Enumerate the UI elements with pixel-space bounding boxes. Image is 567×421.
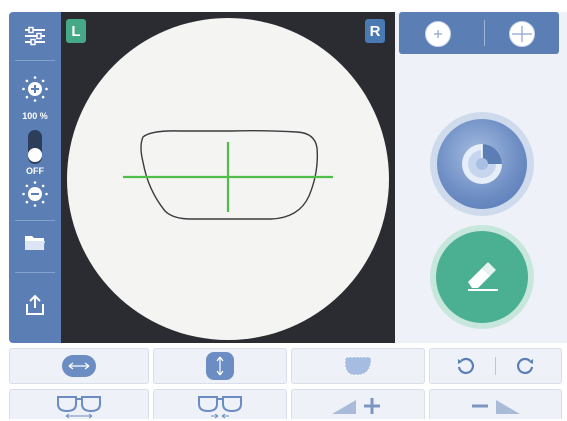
bottom-toolbar bbox=[9, 346, 567, 421]
sliders-icon bbox=[25, 26, 45, 46]
toggle-knob bbox=[28, 148, 42, 162]
lens-shape-button[interactable] bbox=[291, 348, 425, 384]
lens-outline bbox=[140, 129, 319, 220]
crosshair-divider bbox=[484, 20, 485, 46]
right-eye-badge[interactable]: R bbox=[365, 19, 385, 43]
crosshair-size-bar bbox=[399, 12, 559, 54]
lens-viewport[interactable]: L R bbox=[61, 12, 395, 343]
left-sidebar: 100 % OFF bbox=[9, 12, 61, 343]
lensmeter-app: 100 % OFF L R bbox=[0, 0, 567, 421]
rotate-right-button[interactable] bbox=[496, 349, 556, 383]
open-folder-button[interactable] bbox=[17, 228, 53, 258]
brightness-up-button[interactable] bbox=[17, 74, 53, 104]
brightness-up-icon bbox=[22, 76, 48, 102]
sidebar-divider bbox=[15, 272, 55, 273]
brightness-percent: 100 % bbox=[22, 111, 48, 121]
right-panel bbox=[395, 12, 567, 343]
measure-ring bbox=[437, 119, 527, 209]
left-eye-badge[interactable]: L bbox=[66, 19, 86, 43]
vertical-resize-icon bbox=[216, 356, 224, 376]
erase-button[interactable] bbox=[430, 225, 534, 329]
sidebar-divider bbox=[15, 60, 55, 61]
zoom-out-icon bbox=[471, 399, 520, 414]
sidebar-divider bbox=[15, 220, 55, 221]
rotate-group bbox=[429, 348, 562, 384]
stretch-height-pill bbox=[206, 352, 234, 380]
increase-frame-width-button[interactable] bbox=[9, 389, 149, 419]
glasses-width-decrease-icon bbox=[198, 395, 242, 418]
small-cross-icon bbox=[434, 30, 442, 38]
stretch-width-pill bbox=[62, 355, 96, 377]
rotate-left-button[interactable] bbox=[435, 349, 495, 383]
frame-trace bbox=[123, 129, 333, 220]
light-toggle[interactable] bbox=[28, 130, 42, 164]
measure-button[interactable] bbox=[430, 112, 534, 216]
stretch-height-button[interactable] bbox=[153, 348, 287, 384]
lens-shape-icon bbox=[344, 356, 372, 376]
toggle-state-label: OFF bbox=[26, 166, 44, 176]
eraser-icon bbox=[468, 262, 498, 291]
rotate-right-icon bbox=[517, 357, 534, 374]
stretch-width-button[interactable] bbox=[9, 348, 149, 384]
zoom-in-icon bbox=[332, 397, 380, 414]
upload-icon bbox=[26, 294, 44, 315]
large-crosshair-button[interactable] bbox=[509, 21, 535, 47]
zoom-out-button[interactable] bbox=[429, 389, 562, 419]
decrease-frame-width-button[interactable] bbox=[153, 389, 287, 419]
brightness-down-icon bbox=[22, 181, 48, 207]
export-button[interactable] bbox=[17, 290, 53, 320]
rotate-left-icon bbox=[457, 357, 474, 374]
glasses-width-increase-icon bbox=[57, 395, 101, 418]
small-crosshair-button[interactable] bbox=[425, 21, 451, 47]
settings-button[interactable] bbox=[17, 22, 53, 50]
brightness-down-button[interactable] bbox=[17, 179, 53, 209]
measure-lens-icon bbox=[462, 144, 502, 184]
folder-icon bbox=[25, 236, 45, 250]
erase-ring bbox=[436, 231, 528, 323]
large-cross-icon bbox=[512, 26, 532, 42]
zoom-in-button[interactable] bbox=[291, 389, 425, 419]
horizontal-resize-icon bbox=[68, 362, 90, 370]
